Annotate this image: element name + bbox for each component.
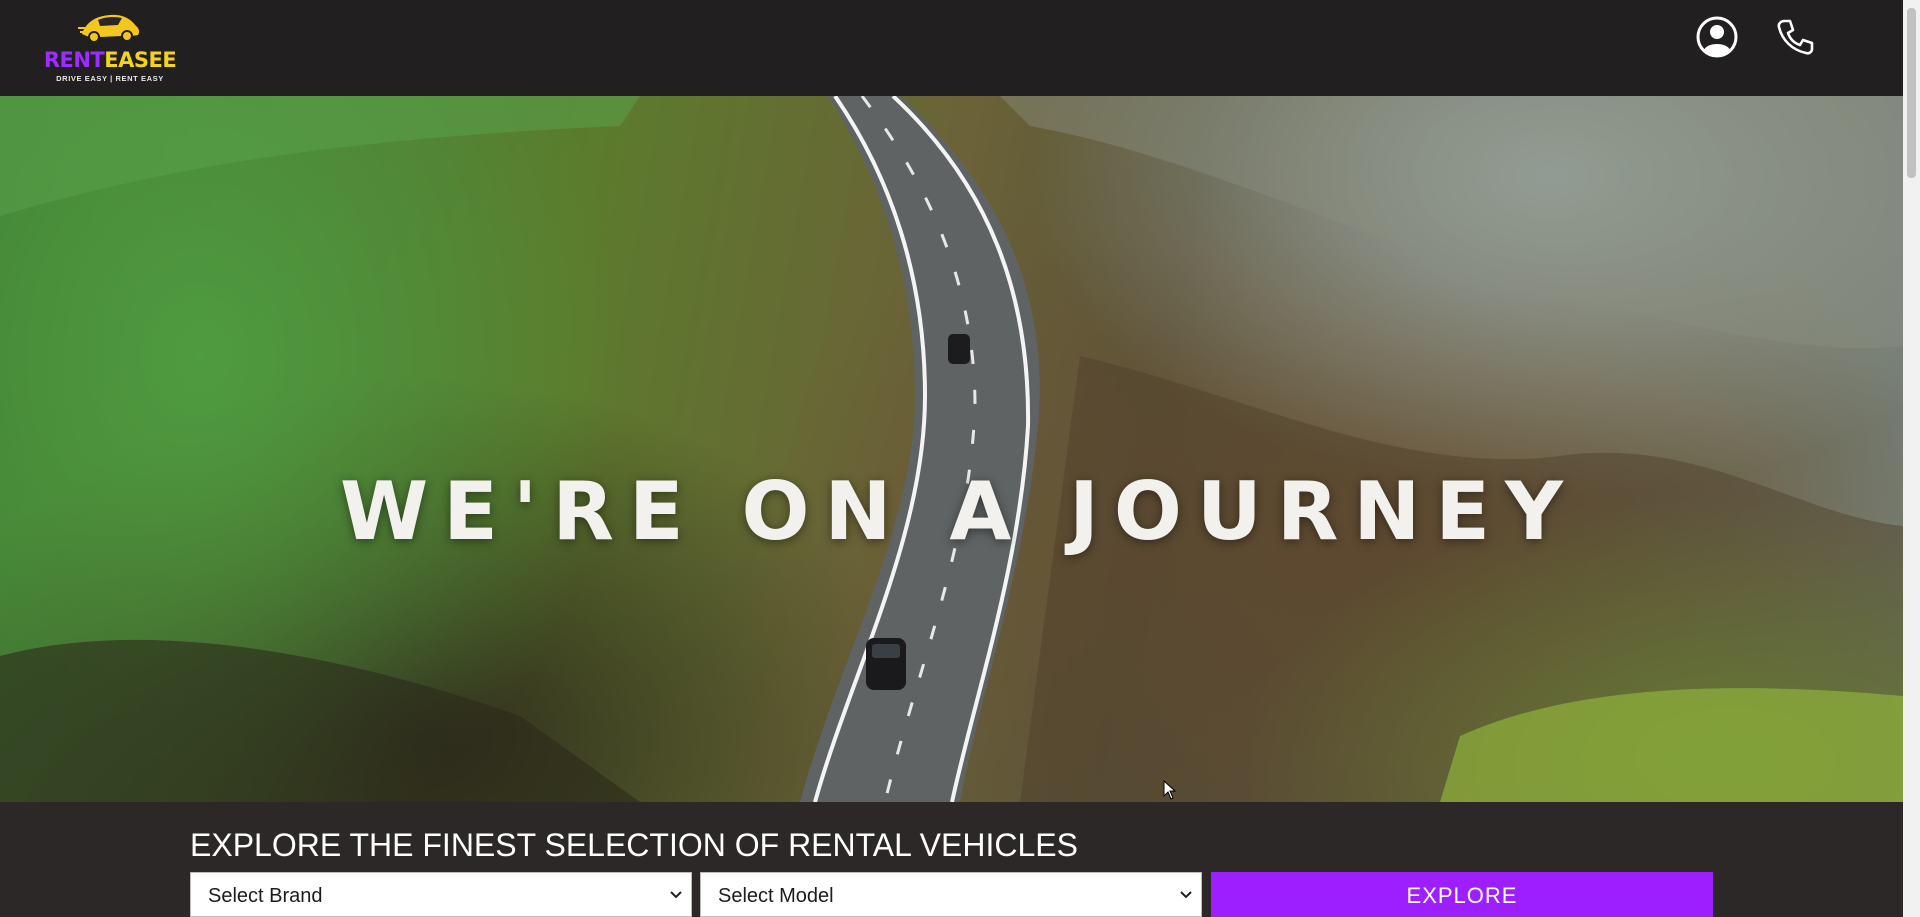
page: RENTEASEE DRIVE EASY | RENT EASY WE'RE O… — [0, 0, 1903, 917]
user-circle-icon[interactable] — [1695, 15, 1739, 59]
logo-tagline: DRIVE EASY | RENT EASY — [56, 74, 164, 83]
top-header: RENTEASEE DRIVE EASY | RENT EASY — [0, 0, 1903, 96]
mouse-cursor-icon — [1163, 780, 1177, 800]
phone-icon[interactable] — [1773, 15, 1817, 59]
model-select-value: Select Model — [718, 885, 834, 907]
car-logo-icon — [78, 14, 140, 43]
brand-select[interactable]: Select Brand — [190, 872, 692, 917]
chevron-down-icon — [1179, 887, 1193, 901]
explore-heading: EXPLORE THE FINEST SELECTION OF RENTAL V… — [190, 827, 1078, 863]
hero-video: WE'RE ON A JOURNEY — [0, 96, 1903, 802]
brand-logo[interactable]: RENTEASEE DRIVE EASY | RENT EASY — [34, 8, 186, 86]
explore-panel: EXPLORE THE FINEST SELECTION OF RENTAL V… — [0, 802, 1903, 917]
brand-select-value: Select Brand — [208, 885, 323, 907]
model-select[interactable]: Select Model — [700, 872, 1202, 917]
chevron-down-icon — [669, 887, 683, 901]
scrollbar-thumb[interactable] — [1907, 8, 1916, 178]
logo-word-easee: EASEE — [104, 48, 177, 72]
logo-word-rent: RENT — [43, 48, 105, 72]
hero-road-illustration — [0, 96, 1903, 802]
hero-title: WE'RE ON A JOURNEY — [340, 465, 1578, 558]
logo-wordmark: RENTEASEE — [34, 48, 186, 72]
explore-button[interactable]: EXPLORE — [1211, 872, 1713, 917]
page-scrollbar[interactable] — [1903, 0, 1920, 917]
